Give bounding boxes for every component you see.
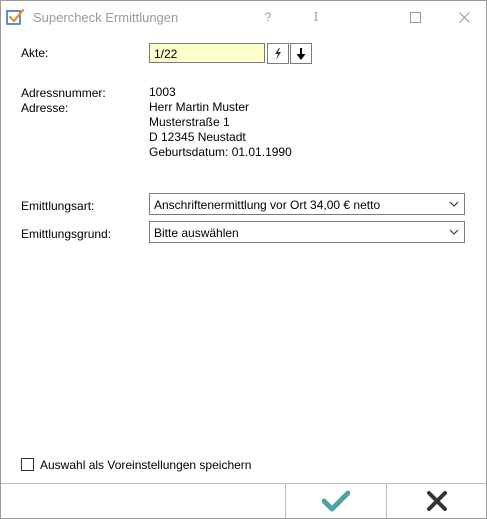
adressnummer-value: 1003 xyxy=(149,85,176,99)
emittlungsart-select[interactable]: Anschriftenermittlung vor Ort 34,00 € ne… xyxy=(149,193,465,215)
ok-button[interactable] xyxy=(286,484,386,518)
help-button[interactable]: ? xyxy=(253,5,283,29)
save-defaults-label: Auswahl als Voreinstellungen speichern xyxy=(40,458,252,472)
address-line: Musterstraße 1 xyxy=(149,115,230,129)
close-icon xyxy=(458,11,470,23)
akte-search-button[interactable] xyxy=(267,43,289,64)
save-defaults-checkbox[interactable] xyxy=(21,458,34,471)
address-line: D 12345 Neustadt xyxy=(149,130,246,144)
emittlungsart-label: Emittlungsart: xyxy=(21,199,95,213)
chevron-down-icon xyxy=(449,201,459,207)
maximize-icon xyxy=(409,11,421,23)
emittlungsgrund-label: Emittlungsgrund: xyxy=(21,227,112,241)
dialog-window: Supercheck Ermittlungen ? I Akte: 1/22 A… xyxy=(0,0,487,519)
close-button[interactable] xyxy=(449,5,479,29)
akte-label: Akte: xyxy=(21,46,49,60)
emittlungsart-value: Anschriftenermittlung vor Ort 34,00 € ne… xyxy=(154,198,381,212)
akte-down-button[interactable] xyxy=(290,43,312,64)
help-icon: ? xyxy=(264,10,272,24)
arrow-down-icon xyxy=(296,47,306,60)
x-icon xyxy=(426,491,447,511)
window-title: Supercheck Ermittlungen xyxy=(33,10,179,25)
chevron-down-icon xyxy=(449,229,459,235)
adressnummer-label: Adressnummer: xyxy=(21,86,106,100)
text-cursor-icon: I xyxy=(313,10,319,24)
emittlungsgrund-select[interactable]: Bitte auswählen xyxy=(149,221,465,243)
title-bar: Supercheck Ermittlungen ? I xyxy=(1,1,486,32)
cancel-button[interactable] xyxy=(387,484,486,518)
lightning-icon xyxy=(275,47,281,60)
birthdate-line: Geburtsdatum: 01.01.1990 xyxy=(149,145,292,159)
emittlungsgrund-value: Bitte auswählen xyxy=(154,226,239,240)
checkbox-check-icon xyxy=(6,8,24,25)
adresse-label: Adresse: xyxy=(21,101,69,115)
address-line: Herr Martin Muster xyxy=(149,100,250,114)
checkmark-icon xyxy=(322,490,350,512)
maximize-button[interactable] xyxy=(400,5,430,29)
cursor-button[interactable]: I xyxy=(301,5,331,29)
akte-input[interactable]: 1/22 xyxy=(149,43,265,63)
